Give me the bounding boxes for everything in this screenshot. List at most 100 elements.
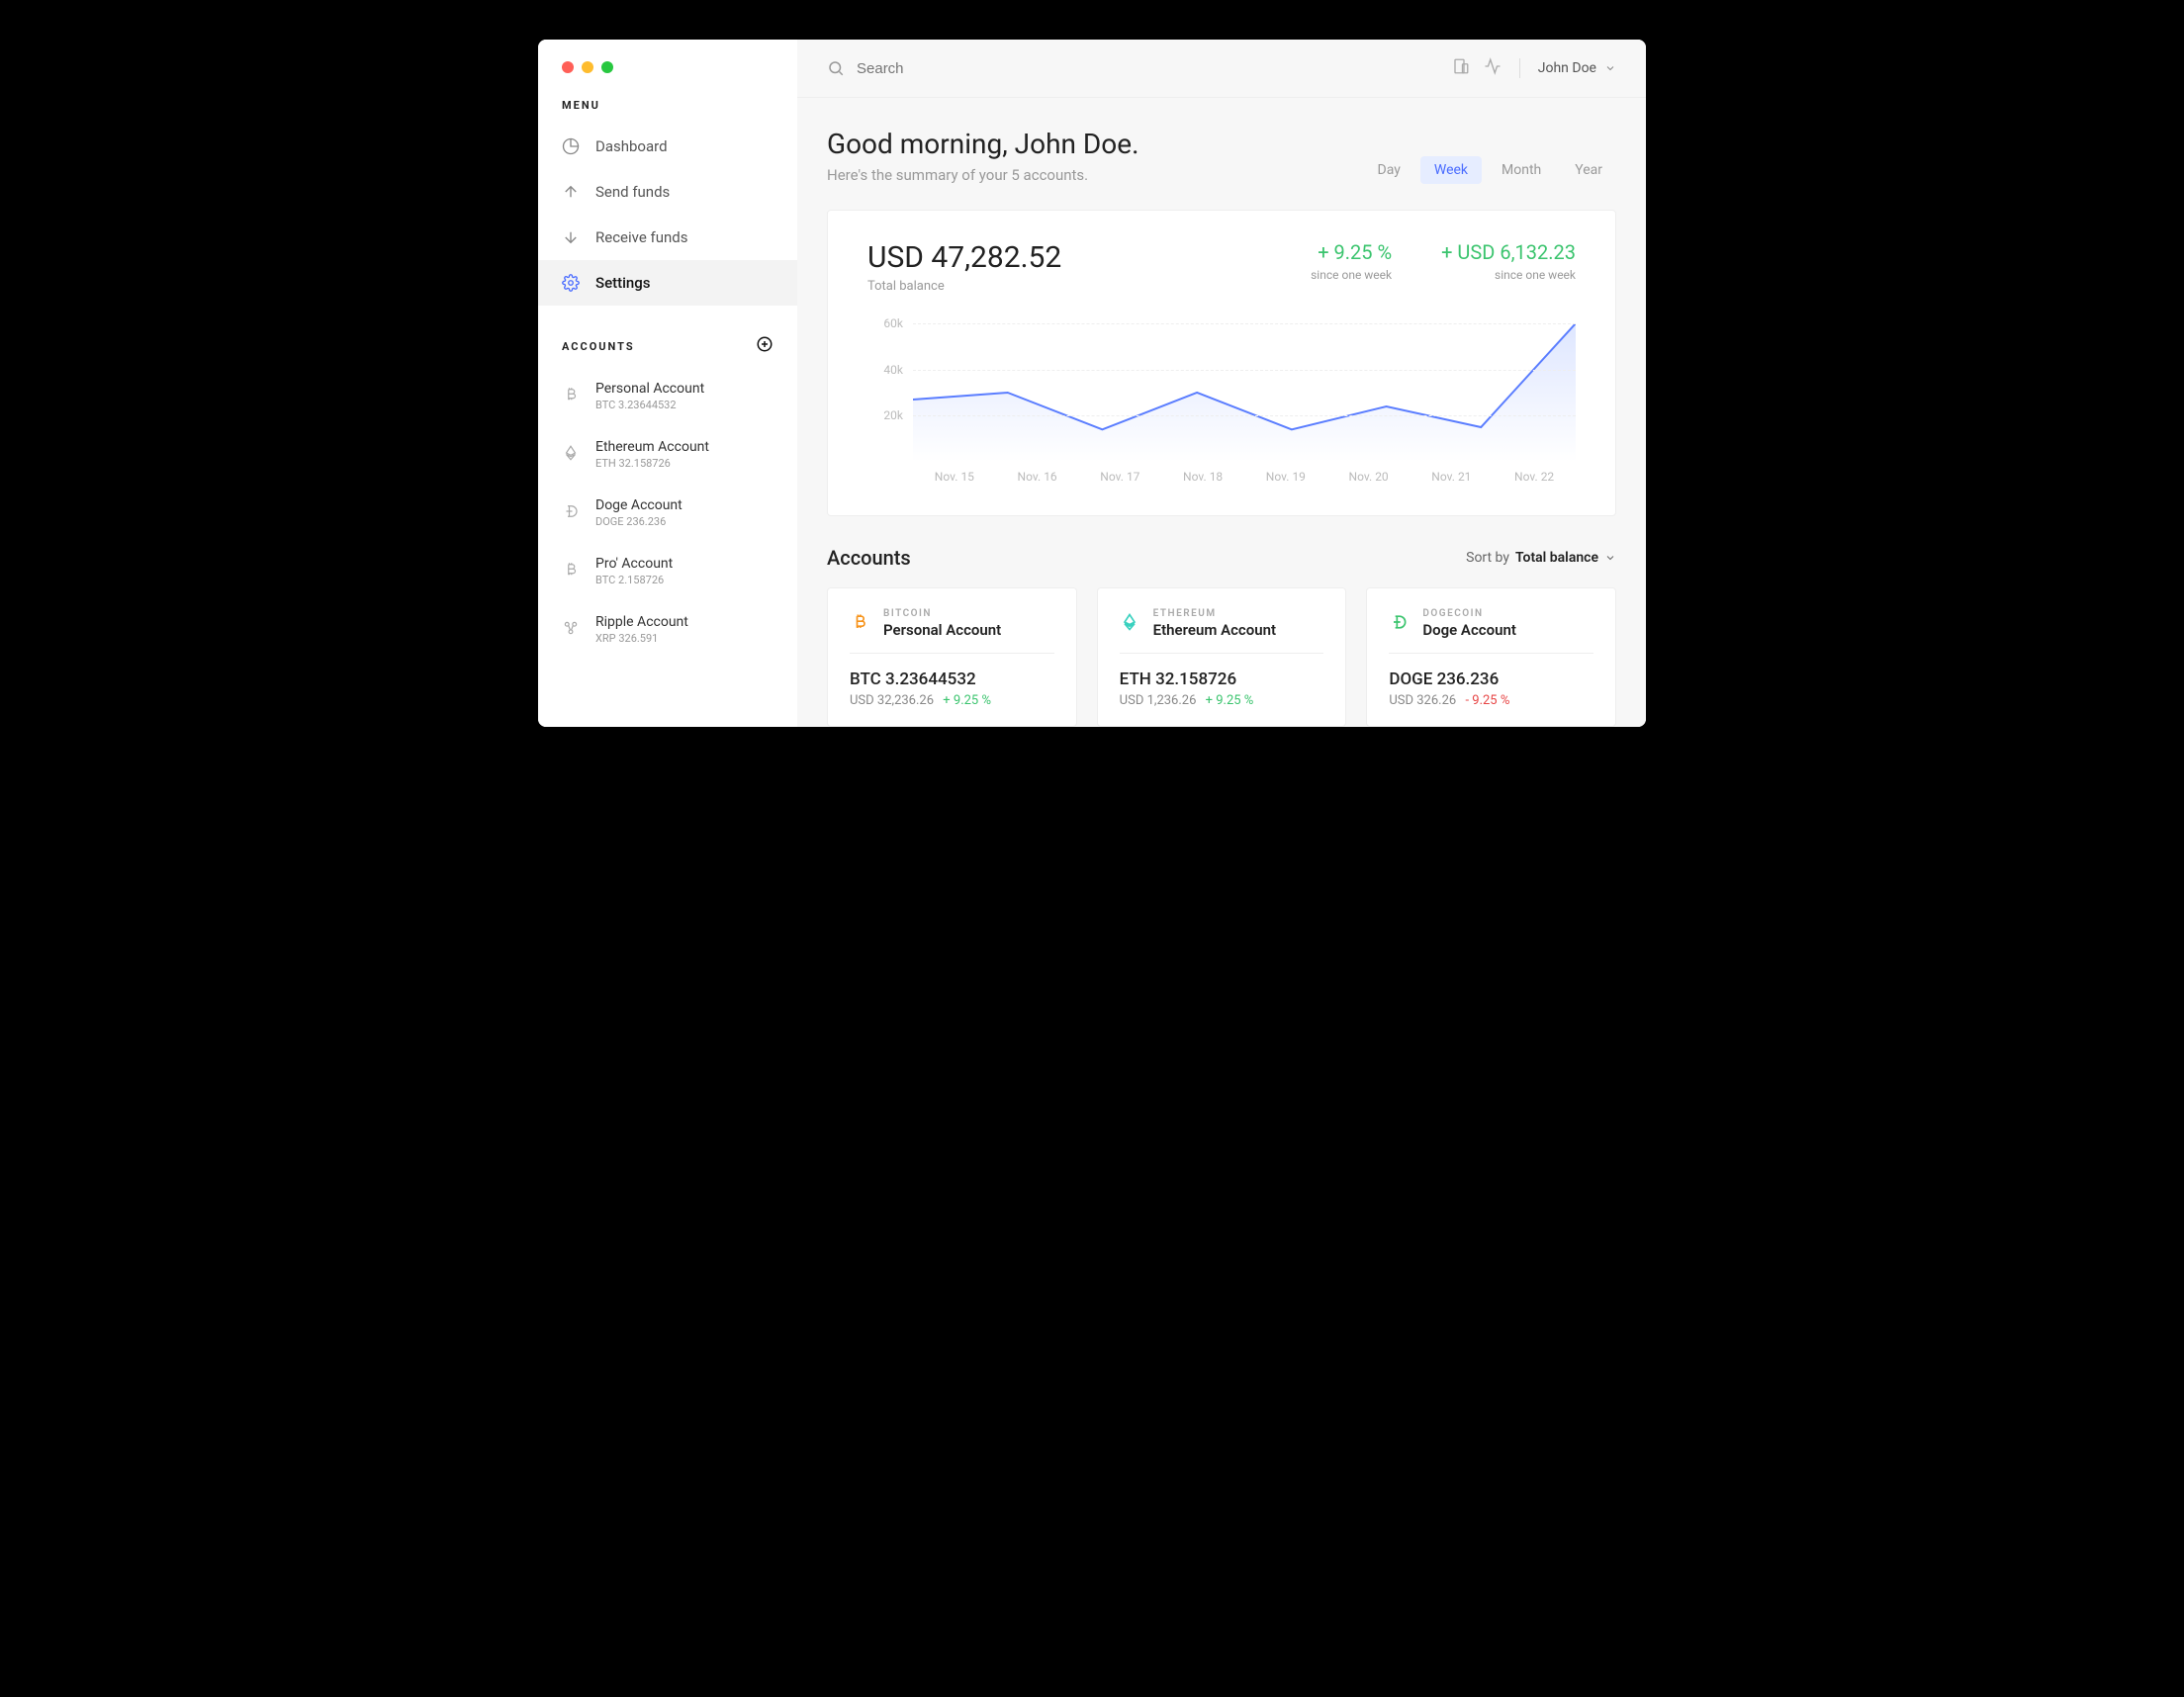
gear-icon xyxy=(562,274,580,292)
greeting-text: Good morning, John Doe. Here's the summa… xyxy=(827,128,1139,184)
account-balance-sub: BTC 2.158726 xyxy=(595,574,673,586)
accounts-title: Accounts xyxy=(827,546,911,570)
chart-x-tick: Nov. 15 xyxy=(913,470,996,484)
line-chart-svg xyxy=(913,323,1576,462)
coin-icon xyxy=(562,386,580,407)
period-tab-month[interactable]: Month xyxy=(1488,156,1555,184)
chart-gridline xyxy=(913,323,1576,324)
coin-label: DOGECOIN xyxy=(1422,608,1516,619)
greeting-title: Good morning, John Doe. xyxy=(827,128,1139,160)
divider xyxy=(1519,58,1520,78)
balance-chart: 60k40k20k Nov. 15Nov. 16Nov. 17Nov. 18No… xyxy=(867,323,1576,491)
chart-x-tick: Nov. 19 xyxy=(1244,470,1327,484)
period-tabs: DayWeekMonthYear xyxy=(1364,156,1616,184)
chevron-down-icon xyxy=(1604,552,1616,564)
search-icon xyxy=(827,59,845,77)
close-icon[interactable] xyxy=(562,61,574,73)
account-name: Ripple Account xyxy=(595,614,688,630)
account-card[interactable]: ETHEREUM Ethereum Account ETH 32.158726 … xyxy=(1097,587,1347,727)
search-field[interactable] xyxy=(827,59,1438,77)
chart-gridline xyxy=(913,370,1576,371)
coin-balance: ETH 32.158726 xyxy=(1120,670,1324,689)
balance-amount: USD 47,282.52 xyxy=(867,240,1061,275)
menu-section-label: MENU xyxy=(538,99,797,124)
add-account-button[interactable] xyxy=(756,335,774,357)
account-cards-row: BITCOIN Personal Account BTC 3.23644532 … xyxy=(827,587,1616,727)
account-name: Doge Account xyxy=(595,497,682,513)
nav-label: Send funds xyxy=(595,183,670,201)
coin-icon xyxy=(562,561,580,582)
chart-x-tick: Nov. 21 xyxy=(1410,470,1494,484)
account-balance-sub: DOGE 236.236 xyxy=(595,515,682,528)
period-tab-year[interactable]: Year xyxy=(1561,156,1616,184)
change-percent: - 9.25 % xyxy=(1465,693,1509,708)
sidebar-account-item[interactable]: Ripple Account XRP 326.591 xyxy=(538,600,797,659)
chart-y-tick: 40k xyxy=(883,363,903,377)
chart-x-tick: Nov. 18 xyxy=(1161,470,1244,484)
coin-icon xyxy=(850,612,869,636)
usd-balance: USD 32,236.26 xyxy=(850,693,934,708)
accounts-cards-header: Accounts Sort by Total balance xyxy=(827,546,1616,570)
chevron-down-icon xyxy=(1604,62,1616,74)
stat-usd-change: + USD 6,132.23 since one week xyxy=(1441,240,1576,282)
account-card[interactable]: BITCOIN Personal Account BTC 3.23644532 … xyxy=(827,587,1077,727)
coin-icon xyxy=(1389,612,1409,636)
sidebar: MENU Dashboard Send funds Receive funds … xyxy=(538,40,797,727)
coin-label: ETHEREUM xyxy=(1153,608,1276,619)
accounts-section-label: ACCOUNTS xyxy=(562,340,635,353)
nav-settings[interactable]: Settings xyxy=(538,260,797,306)
account-card[interactable]: DOGECOIN Doge Account DOGE 236.236 USD 3… xyxy=(1366,587,1616,727)
usd-balance-row: USD 1,236.26 + 9.25 % xyxy=(1120,693,1324,708)
usd-balance-row: USD 32,236.26 + 9.25 % xyxy=(850,693,1054,708)
account-name: Personal Account xyxy=(883,621,1001,639)
account-name: Personal Account xyxy=(595,381,704,397)
card-header: ETHEREUM Ethereum Account xyxy=(1120,608,1324,654)
coin-icon xyxy=(1120,612,1139,636)
usd-balance-row: USD 326.26 - 9.25 % xyxy=(1389,693,1593,708)
sidebar-account-item[interactable]: Ethereum Account ETH 32.158726 xyxy=(538,425,797,484)
devices-icon xyxy=(1452,57,1470,75)
greeting-row: Good morning, John Doe. Here's the summa… xyxy=(827,128,1616,184)
coin-balance: BTC 3.23644532 xyxy=(850,670,1054,689)
sidebar-account-item[interactable]: Doge Account DOGE 236.236 xyxy=(538,484,797,542)
balance-stats: + 9.25 % since one week + USD 6,132.23 s… xyxy=(1311,240,1576,282)
devices-button[interactable] xyxy=(1452,57,1470,79)
arrow-up-icon xyxy=(562,183,580,201)
chart-x-tick: Nov. 16 xyxy=(996,470,1079,484)
search-input[interactable] xyxy=(857,60,1054,77)
activity-button[interactable] xyxy=(1484,57,1502,79)
period-tab-week[interactable]: Week xyxy=(1420,156,1482,184)
sort-dropdown[interactable]: Sort by Total balance xyxy=(1466,550,1616,566)
coin-icon xyxy=(562,502,580,524)
account-name: Ethereum Account xyxy=(1153,621,1276,639)
balance-label: Total balance xyxy=(867,279,1061,294)
nav-label: Settings xyxy=(595,274,651,292)
nav-dashboard[interactable]: Dashboard xyxy=(538,124,797,169)
window-controls xyxy=(538,57,797,99)
card-header: BITCOIN Personal Account xyxy=(850,608,1054,654)
card-header: DOGECOIN Doge Account xyxy=(1389,608,1593,654)
chart-y-tick: 60k xyxy=(883,316,903,330)
change-percent: + 9.25 % xyxy=(943,693,991,708)
total-balance: USD 47,282.52 Total balance xyxy=(867,240,1061,294)
sort-value: Total balance xyxy=(1515,550,1598,566)
nav-receive-funds[interactable]: Receive funds xyxy=(538,215,797,260)
period-tab-day[interactable]: Day xyxy=(1364,156,1414,184)
chart-gridline xyxy=(913,415,1576,416)
account-name: Doge Account xyxy=(1422,621,1516,639)
nav-send-funds[interactable]: Send funds xyxy=(538,169,797,215)
account-name: Pro' Account xyxy=(595,556,673,572)
stat-percent-change: + 9.25 % since one week xyxy=(1311,240,1392,282)
coin-label: BITCOIN xyxy=(883,608,1001,619)
account-balance-sub: XRP 326.591 xyxy=(595,632,688,645)
sidebar-account-item[interactable]: Pro' Account BTC 2.158726 xyxy=(538,542,797,600)
balance-summary: USD 47,282.52 Total balance + 9.25 % sin… xyxy=(867,240,1576,294)
usd-balance: USD 326.26 xyxy=(1389,693,1456,708)
sidebar-account-item[interactable]: Personal Account BTC 3.23644532 xyxy=(538,367,797,425)
activity-icon xyxy=(1484,57,1502,75)
topbar: John Doe xyxy=(797,40,1646,98)
minimize-icon[interactable] xyxy=(582,61,593,73)
maximize-icon[interactable] xyxy=(601,61,613,73)
chart-y-tick: 20k xyxy=(883,408,903,422)
user-menu[interactable]: John Doe xyxy=(1538,60,1616,76)
